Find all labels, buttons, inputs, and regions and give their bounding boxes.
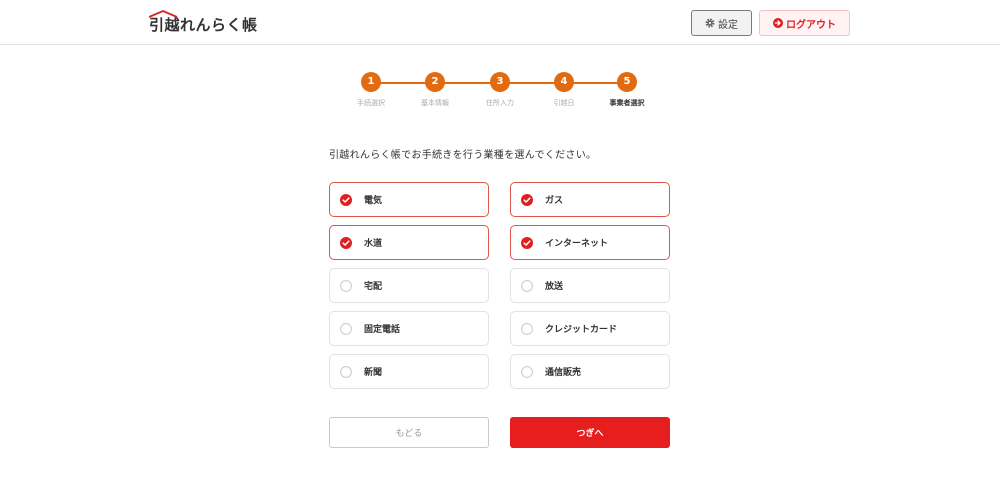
option-label: 放送 bbox=[545, 282, 564, 292]
option-gas[interactable]: ガス bbox=[510, 182, 670, 217]
step-number: 4 bbox=[554, 72, 574, 92]
step-5: 5 事業者選択 bbox=[597, 72, 657, 108]
next-button[interactable]: つぎへ bbox=[510, 417, 670, 448]
settings-label: 設定 bbox=[718, 19, 738, 31]
empty-circle-icon bbox=[521, 322, 533, 335]
option-label: 宅配 bbox=[364, 282, 383, 292]
option-credit-card[interactable]: クレジットカード bbox=[510, 311, 670, 346]
step-1: 1 手続選択 bbox=[341, 72, 401, 108]
empty-circle-icon bbox=[340, 322, 352, 335]
logo-text: 引越れんらく帳 bbox=[149, 16, 258, 34]
step-label: 引越日 bbox=[553, 99, 575, 107]
option-label: ガス bbox=[545, 196, 564, 206]
empty-circle-icon bbox=[521, 279, 533, 292]
step-label: 住所入力 bbox=[486, 99, 514, 107]
step-4: 4 引越日 bbox=[534, 72, 594, 108]
empty-circle-icon bbox=[340, 279, 352, 292]
step-label: 基本情報 bbox=[421, 99, 449, 107]
check-circle-icon bbox=[521, 236, 533, 249]
logout-label: ログアウト bbox=[786, 19, 836, 31]
header: 引越れんらく帳 設定 ログアウト bbox=[0, 0, 1000, 45]
step-label: 手続選択 bbox=[357, 99, 385, 107]
logo[interactable]: 引越れんらく帳 bbox=[148, 10, 258, 34]
step-number: 5 bbox=[617, 72, 637, 92]
option-takuhai[interactable]: 宅配 bbox=[329, 268, 489, 303]
settings-button[interactable]: 設定 bbox=[691, 10, 752, 36]
check-circle-icon bbox=[340, 236, 352, 249]
progress-stepper: 1 手続選択 2 基本情報 3 住所入力 4 引越日 5 事業者選択 bbox=[355, 72, 655, 112]
check-circle-icon bbox=[340, 193, 352, 206]
empty-circle-icon bbox=[340, 365, 352, 378]
step-number: 3 bbox=[490, 72, 510, 92]
option-internet[interactable]: インターネット bbox=[510, 225, 670, 260]
check-circle-icon bbox=[521, 193, 533, 206]
step-3: 3 住所入力 bbox=[470, 72, 530, 108]
option-label: インターネット bbox=[545, 239, 609, 249]
arrow-right-circle-icon bbox=[773, 18, 783, 28]
option-shinbun[interactable]: 新聞 bbox=[329, 354, 489, 389]
option-label: 固定電話 bbox=[364, 325, 401, 335]
option-label: 水道 bbox=[364, 239, 383, 249]
option-label: 通信販売 bbox=[545, 368, 582, 378]
step-number: 1 bbox=[361, 72, 381, 92]
gear-icon bbox=[705, 18, 715, 28]
option-label: 電気 bbox=[364, 196, 383, 206]
back-button[interactable]: もどる bbox=[329, 417, 489, 448]
option-hoso[interactable]: 放送 bbox=[510, 268, 670, 303]
option-tsushin-hanbai[interactable]: 通信販売 bbox=[510, 354, 670, 389]
option-denki[interactable]: 電気 bbox=[329, 182, 489, 217]
instruction-text: 引越れんらく帳でお手続きを行う業種を選んでください。 bbox=[329, 150, 597, 161]
house-roof-icon bbox=[148, 10, 178, 18]
step-label: 事業者選択 bbox=[609, 99, 645, 107]
option-label: 新聞 bbox=[364, 368, 383, 378]
step-number: 2 bbox=[425, 72, 445, 92]
step-2: 2 基本情報 bbox=[405, 72, 465, 108]
logout-button[interactable]: ログアウト bbox=[759, 10, 850, 36]
option-label: クレジットカード bbox=[545, 325, 618, 335]
empty-circle-icon bbox=[521, 365, 533, 378]
option-kotei-denwa[interactable]: 固定電話 bbox=[329, 311, 489, 346]
option-suido[interactable]: 水道 bbox=[329, 225, 489, 260]
